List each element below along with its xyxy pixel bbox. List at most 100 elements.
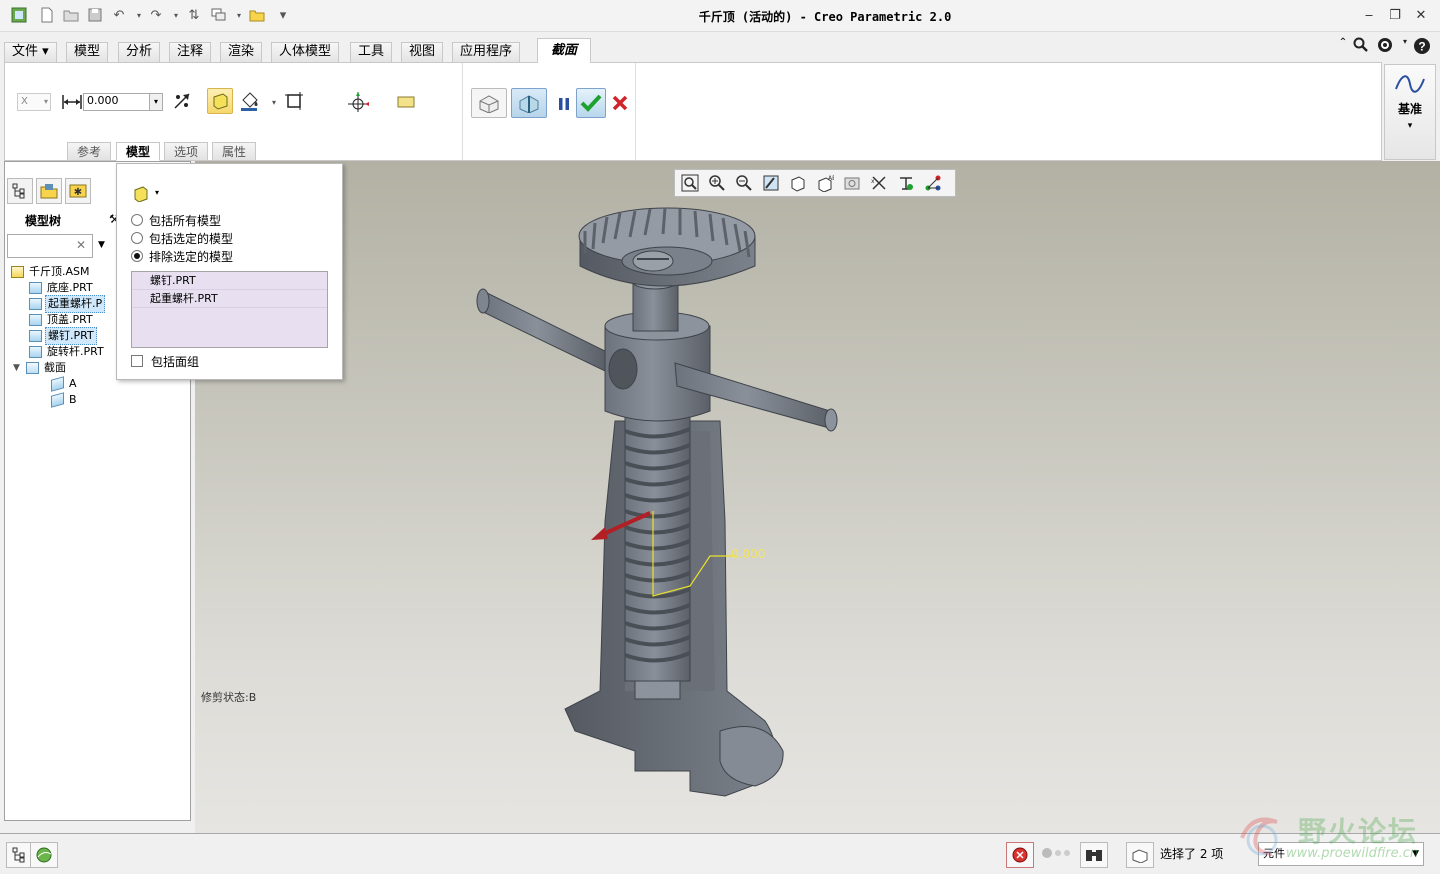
tab-model[interactable]: 模型 bbox=[66, 42, 109, 62]
subtab-models[interactable]: 模型 bbox=[116, 142, 161, 161]
collapse-icon[interactable]: ▼ bbox=[13, 360, 24, 376]
app-icon bbox=[10, 6, 28, 24]
spin-center-icon[interactable] bbox=[920, 171, 945, 195]
tree-item-part[interactable]: 顶盖.PRT bbox=[29, 312, 95, 328]
jack-assembly-model[interactable] bbox=[465, 191, 865, 811]
close-button[interactable]: ✕ bbox=[1410, 6, 1432, 26]
redo-dropdown-icon[interactable]: ▾ bbox=[167, 6, 185, 24]
tree-item-part[interactable]: 旋转杆.PRT bbox=[29, 344, 106, 360]
selected-models-list[interactable]: 螺钉.PRT 起重螺杆.PRT bbox=[131, 271, 328, 348]
tab-manikin[interactable]: 人体模型 bbox=[271, 42, 340, 62]
tab-view[interactable]: 视图 bbox=[401, 42, 444, 62]
cap-color-icon[interactable] bbox=[237, 88, 263, 114]
restore-button[interactable]: ❐ bbox=[1384, 6, 1406, 26]
exclude-selected-models-radio[interactable]: 排除选定的模型 bbox=[131, 248, 233, 264]
redo-icon[interactable]: ↷ bbox=[147, 6, 165, 24]
tree-item-section[interactable]: B bbox=[51, 392, 79, 408]
list-item[interactable]: 螺钉.PRT bbox=[132, 272, 327, 290]
assembly-icon bbox=[11, 266, 24, 278]
datum-dropdown-icon: ▾ bbox=[1407, 121, 1413, 131]
tree-item-part[interactable]: 底座.PRT bbox=[29, 280, 95, 296]
include-quilts-checkbox[interactable]: 包括面组 bbox=[131, 353, 199, 369]
axis-select[interactable]: X ▾ bbox=[17, 93, 51, 111]
tree-item-part[interactable]: 螺钉.PRT bbox=[29, 327, 97, 345]
search-icon[interactable] bbox=[1352, 37, 1370, 55]
ribbon-divider bbox=[462, 63, 463, 160]
show-browser-icon[interactable] bbox=[30, 842, 58, 868]
flip-direction-icon[interactable] bbox=[169, 88, 195, 114]
tab-analysis[interactable]: 分析 bbox=[118, 42, 161, 62]
search-dropdown-icon[interactable]: ▼ bbox=[98, 240, 105, 250]
preview-with-clip-button[interactable] bbox=[511, 88, 547, 118]
annotation-display-icon[interactable] bbox=[893, 171, 918, 195]
drag-handle-icon[interactable] bbox=[345, 89, 371, 115]
svg-text:?: ? bbox=[1418, 40, 1425, 54]
open-folder-icon[interactable] bbox=[62, 6, 80, 24]
model-tree-tab-icon[interactable] bbox=[7, 178, 33, 204]
undo-icon[interactable]: ↶ bbox=[110, 6, 128, 24]
find-icon[interactable] bbox=[1080, 842, 1108, 868]
display-section-icon[interactable] bbox=[207, 88, 233, 114]
svg-text:x: x bbox=[871, 178, 875, 185]
stop-regeneration-icon[interactable] bbox=[1006, 842, 1034, 868]
new-file-icon[interactable] bbox=[38, 6, 56, 24]
radio-indicator bbox=[131, 214, 143, 226]
save-icon[interactable] bbox=[86, 6, 104, 24]
part-icon bbox=[29, 314, 42, 326]
clear-search-icon[interactable]: ✕ bbox=[76, 238, 86, 252]
windows-icon[interactable] bbox=[210, 6, 228, 24]
filter-dropdown-icon: ▼ bbox=[1412, 849, 1419, 859]
tab-section[interactable]: 截面 bbox=[537, 38, 591, 63]
minimize-ribbon-icon[interactable]: ⌃ bbox=[1334, 37, 1352, 55]
preview-plane-icon[interactable] bbox=[393, 89, 419, 115]
ok-button[interactable] bbox=[576, 88, 606, 118]
tree-item-part[interactable]: 起重螺杆.P bbox=[29, 295, 106, 313]
subtab-options[interactable]: 选项 bbox=[164, 142, 209, 161]
tab-applications[interactable]: 应用程序 bbox=[452, 42, 521, 62]
undo-dropdown-icon[interactable]: ▾ bbox=[130, 6, 148, 24]
windows-dropdown-icon[interactable]: ▾ bbox=[230, 6, 248, 24]
tab-file[interactable]: 文件 ▾ bbox=[4, 42, 57, 62]
radio-indicator bbox=[131, 232, 143, 244]
selection-buffer-icon[interactable] bbox=[1126, 842, 1154, 868]
help-icon[interactable]: ? bbox=[1413, 37, 1431, 55]
tree-item-assembly[interactable]: 千斤顶.ASM bbox=[11, 264, 92, 280]
offset-dropdown-icon[interactable]: ▾ bbox=[149, 94, 162, 110]
datum-display-icon[interactable]: x bbox=[866, 171, 891, 195]
tree-item-section[interactable]: A bbox=[51, 376, 79, 392]
folder-browser-tab-icon[interactable] bbox=[36, 178, 62, 204]
axis-dropdown-icon: ▾ bbox=[43, 97, 48, 106]
offset-dimension-value[interactable]: 0.000 bbox=[731, 547, 765, 561]
title-bar: ↶ ▾ ↷ ▾ ⇅ ▾ ▾ 千斤顶 (活动的) - Creo Parametri… bbox=[0, 0, 1440, 32]
section-ribbon: X ▾ 0.000 ▾ ▾ 参考 模型 选项 属性 bbox=[4, 62, 1382, 161]
graphics-window[interactable]: AB x bbox=[195, 161, 1440, 833]
subtab-references[interactable]: 参考 bbox=[67, 142, 112, 161]
status-bar: 选择了 2 项 元件 ▼ bbox=[0, 833, 1440, 874]
community-dropdown-icon[interactable]: ▾ bbox=[1396, 37, 1414, 55]
tab-render[interactable]: 渲染 bbox=[220, 42, 263, 62]
datum-group[interactable]: 基准 ▾ bbox=[1384, 64, 1436, 160]
cancel-button[interactable] bbox=[607, 90, 633, 116]
selection-filter-select[interactable]: 元件 ▼ bbox=[1258, 842, 1424, 866]
include-selected-models-radio[interactable]: 包括选定的模型 bbox=[131, 230, 233, 246]
favorites-tab-icon[interactable]: ✱ bbox=[65, 178, 91, 204]
minimize-button[interactable]: ‒ bbox=[1358, 6, 1380, 26]
tab-tools[interactable]: 工具 bbox=[350, 42, 393, 62]
include-all-models-radio[interactable]: 包括所有模型 bbox=[131, 212, 221, 228]
model-selector-dropdown-icon[interactable]: ▾ bbox=[155, 188, 159, 197]
regenerate-icon[interactable]: ⇅ bbox=[185, 6, 203, 24]
preview-without-clip-button[interactable] bbox=[471, 88, 507, 118]
capping-icon[interactable] bbox=[281, 88, 307, 114]
pause-button[interactable] bbox=[551, 91, 577, 117]
clip-state-label: 修剪状态:B bbox=[201, 691, 257, 704]
subtab-properties[interactable]: 属性 bbox=[212, 142, 257, 161]
tab-annotate[interactable]: 注释 bbox=[169, 42, 212, 62]
model-selector-icon[interactable] bbox=[133, 186, 149, 205]
customize-qat-icon[interactable]: ▾ bbox=[274, 6, 292, 24]
lifting-screw bbox=[624, 415, 691, 700]
tree-search-input[interactable]: ✕ bbox=[7, 234, 93, 258]
community-icon[interactable] bbox=[1376, 37, 1394, 55]
tree-item-sections-folder[interactable]: ▼ 截面 bbox=[13, 360, 68, 376]
list-item[interactable]: 起重螺杆.PRT bbox=[132, 290, 327, 308]
close-window-icon[interactable] bbox=[248, 6, 266, 24]
